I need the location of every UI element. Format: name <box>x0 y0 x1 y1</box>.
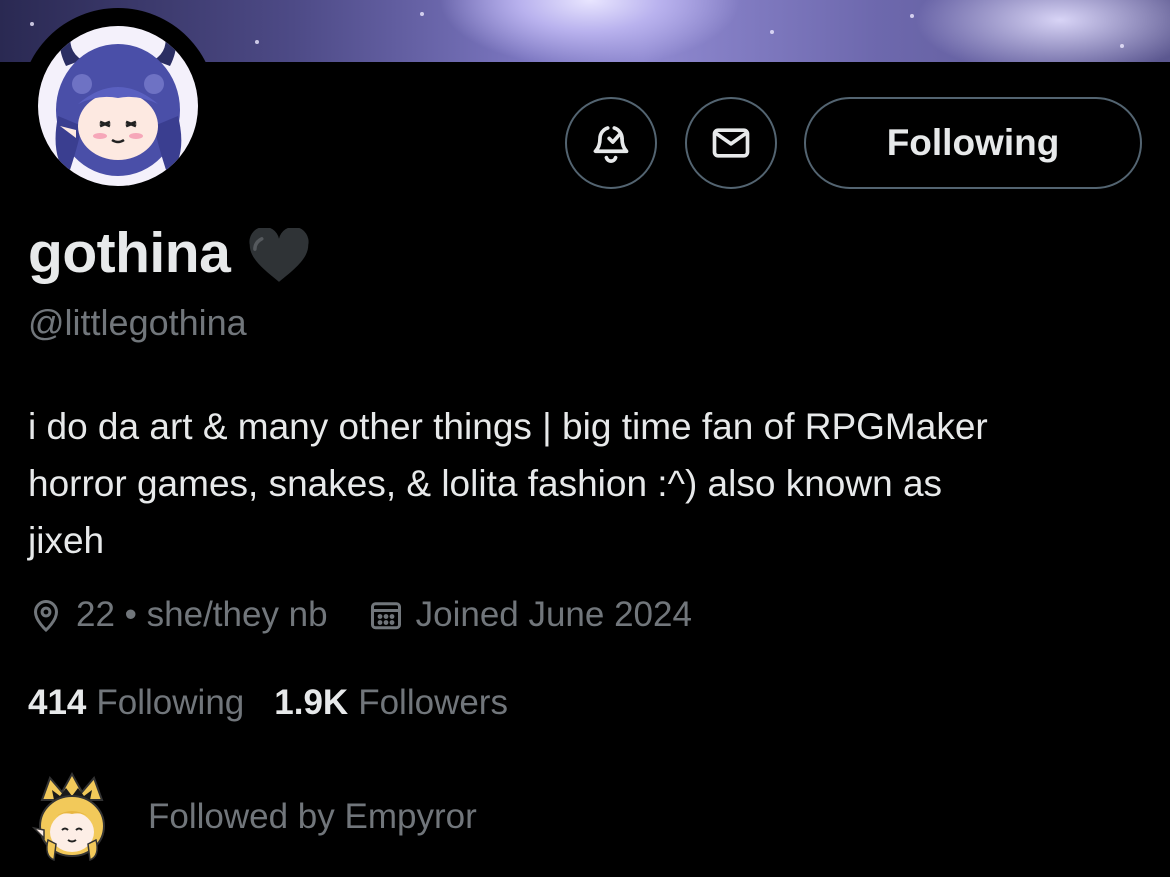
profile-meta: 22 • she/they nb Joined June 2024 <box>28 592 692 638</box>
joined-item: Joined June 2024 <box>368 595 692 635</box>
profile-avatar[interactable] <box>20 8 216 204</box>
followers-count: 1.9K <box>274 683 349 722</box>
location-pin-icon <box>33 600 59 633</box>
followed-by-text: Followed by Empyror <box>148 797 477 836</box>
following-stat[interactable]: 414 Following <box>28 683 244 723</box>
following-count: 414 <box>28 683 87 722</box>
user-handle: @littlegothina <box>28 302 247 343</box>
display-name: gothina <box>28 221 231 285</box>
follow-stats: 414 Following 1.9K Followers <box>28 680 508 726</box>
bio-line: i do da art & many other things | big ti… <box>28 406 988 447</box>
bell-check-icon <box>593 126 629 163</box>
follower-avatar <box>31 771 105 862</box>
bio-line: jixeh <box>28 520 105 561</box>
followers-label: Followers <box>358 683 508 722</box>
profile-bio: i do da art & many other things | big ti… <box>28 398 1148 569</box>
joined-text: Joined June 2024 <box>415 595 692 634</box>
following-button[interactable]: Following <box>804 97 1142 189</box>
calendar-icon <box>370 602 401 630</box>
message-button[interactable] <box>685 97 777 189</box>
location-item: 22 • she/they nb <box>28 595 328 635</box>
bio-line: horror games, snakes, & lolita fashion :… <box>28 463 943 504</box>
name-row: gothina <box>28 218 310 288</box>
envelope-icon <box>712 128 750 158</box>
notifications-button[interactable] <box>565 97 657 189</box>
black-heart-icon <box>249 228 309 282</box>
followers-stat[interactable]: 1.9K Followers <box>274 683 508 723</box>
location-text: 22 • she/they nb <box>76 595 328 634</box>
followed-by-row[interactable]: Followed by Empyror <box>30 770 477 864</box>
following-label: Following <box>96 683 245 722</box>
avatar-image <box>38 26 198 186</box>
